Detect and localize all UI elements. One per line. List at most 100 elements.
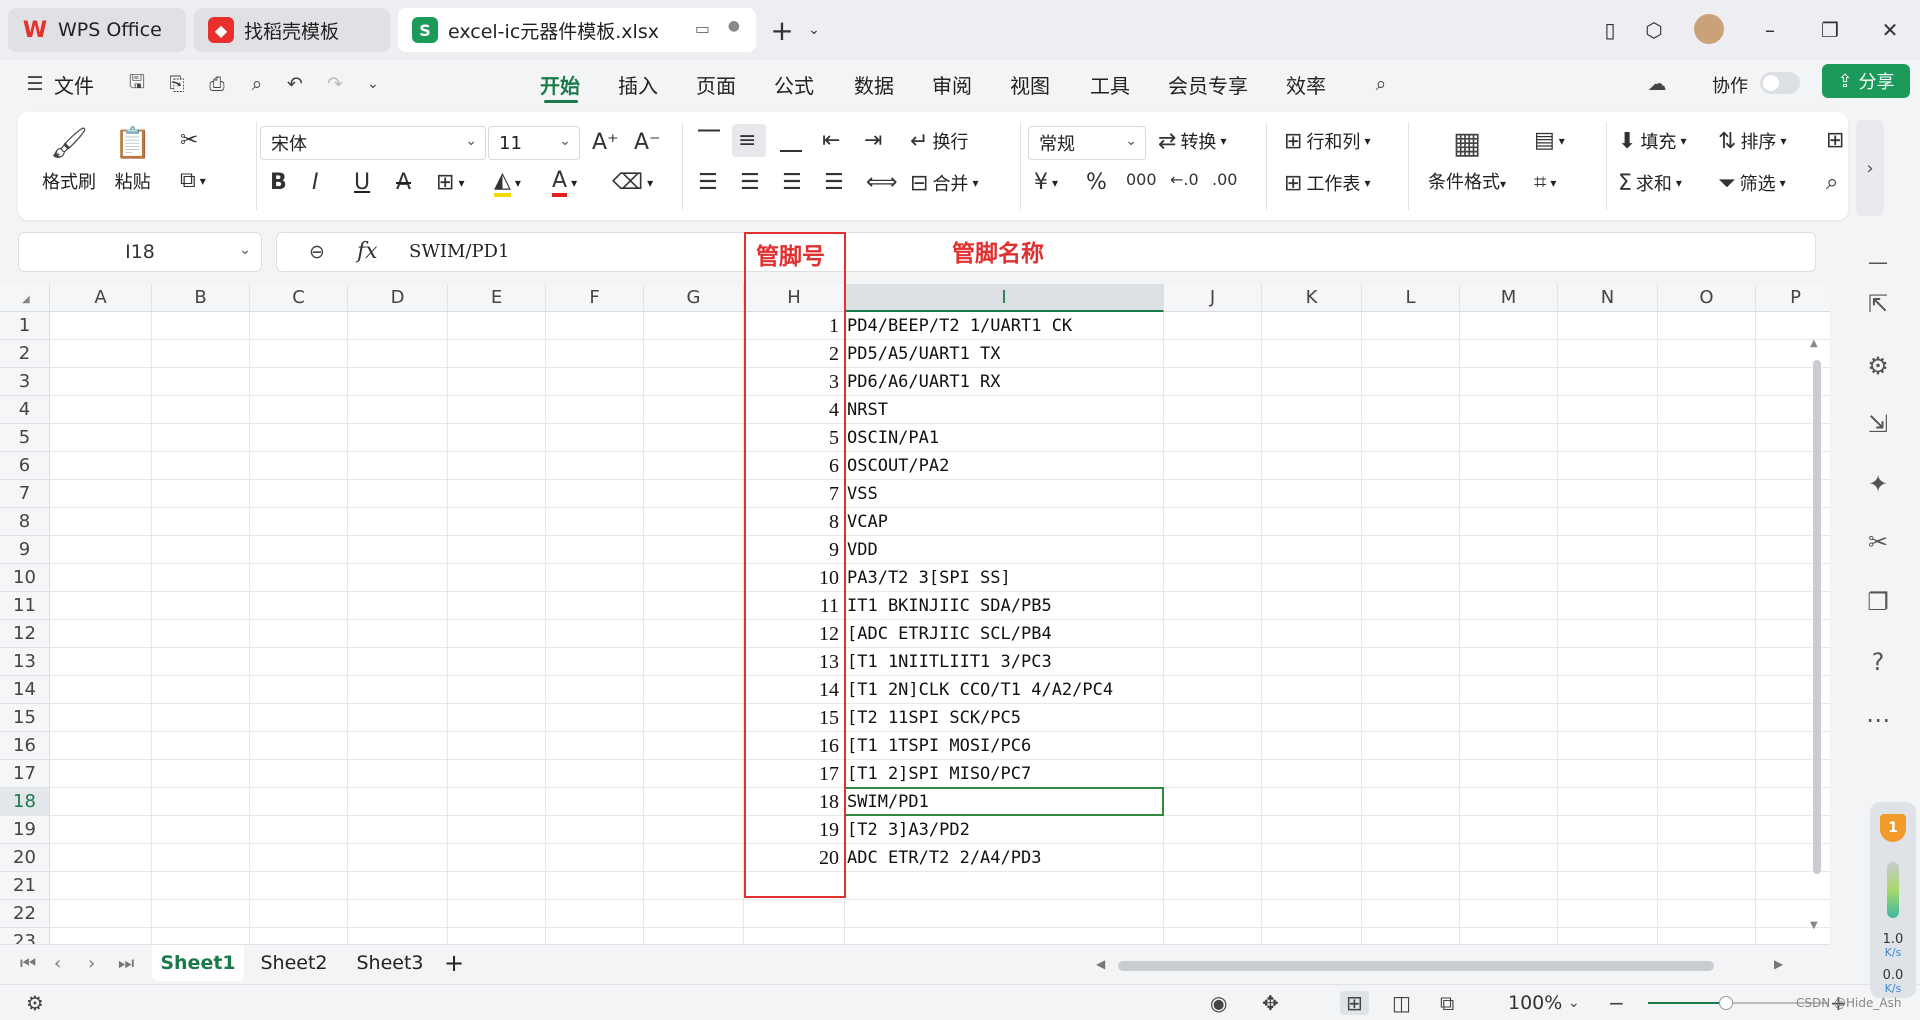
book-icon[interactable]: ❐ [1862,586,1894,618]
row-header-23[interactable]: 23 [0,928,50,944]
align-top-button[interactable]: ⎺ [698,128,724,153]
italic-button[interactable]: I [312,170,323,195]
menu-formula[interactable]: 公式 [774,70,814,99]
menu-view[interactable]: 视图 [1010,70,1050,99]
tab-docer[interactable]: ◆ 找稻壳模板 [194,8,390,52]
cell-i17[interactable]: [T1 2]SPI MISO/PC7 [847,764,1031,784]
zoom-slider-knob[interactable] [1719,996,1733,1010]
prev-sheet-icon[interactable]: ‹ [54,953,61,974]
search-icon[interactable]: ⌕ [1368,71,1394,97]
border-button[interactable]: ⊞ ▾ [436,170,464,195]
more-chevron-icon[interactable]: ⌄ [360,71,386,97]
name-box[interactable]: I18 ⌄ [18,232,262,272]
cell-i6[interactable]: OSCOUT/PA2 [847,456,949,476]
cell-pointer-icon[interactable]: ✥ [1262,991,1279,1015]
font-name-select[interactable]: 宋体 ⌄ [260,126,486,160]
unsaved-dot-icon[interactable]: ● [728,18,740,34]
collab-toggle[interactable] [1760,72,1800,94]
sheet-tab-3[interactable]: Sheet3 [344,945,436,981]
spreadsheet-grid[interactable]: ◢ A B C D E F G H I J K L M N O P 1 2 3 4 5 6 7 8 9 10 11 12 13 14 15 1… [0,284,1830,944]
column-header-e[interactable]: E [448,284,546,312]
new-tab-button[interactable]: + [768,14,796,47]
fx-icon[interactable]: fx [357,239,378,264]
row-header-8[interactable]: 8 [0,508,50,536]
worksheet-button[interactable]: ⊞ 工作表 ▾ [1284,170,1370,196]
column-header-k[interactable]: K [1262,284,1362,312]
cell-i15[interactable]: [T2 11SPI SCK/PC5 [847,708,1021,728]
align-middle-button[interactable]: ≡ [732,124,767,157]
convert-button[interactable]: ⇄ 转换 ▾ [1158,128,1226,154]
transfer-icon[interactable]: ⇲ [1862,408,1894,440]
cube-icon[interactable]: ⬡ [1640,16,1668,44]
save-icon[interactable]: 🖫 [124,71,150,97]
scroll-down-icon[interactable]: ▼ [1810,920,1818,931]
close-icon[interactable]: ✕ [1876,16,1904,44]
underline-button[interactable]: U [354,170,374,195]
print-icon[interactable]: ⎙ [204,71,230,97]
cell-style-button[interactable]: ▤ ▾ [1534,128,1565,153]
row-header-4[interactable]: 4 [0,396,50,424]
menu-member[interactable]: 会员专享 [1168,70,1248,99]
scroll-up-icon[interactable]: ▲ [1810,338,1818,349]
column-header-m[interactable]: M [1460,284,1558,312]
bold-button[interactable]: B [270,170,291,195]
column-header-b[interactable]: B [152,284,250,312]
cell-i4[interactable]: NRST [847,400,888,420]
align-right-button[interactable]: ☰ [782,170,806,195]
print-preview-icon[interactable]: ⌕ [244,71,270,97]
row-header-20[interactable]: 20 [0,844,50,872]
fill-button[interactable]: ⬇ 填充 ▾ [1618,128,1686,154]
decrease-indent-button[interactable]: ⇤ [822,128,844,153]
column-header-c[interactable]: C [250,284,348,312]
increase-font-button[interactable]: A⁺ [592,130,623,155]
cell-i8[interactable]: VCAP [847,512,888,532]
tab-list-chevron-icon[interactable]: ⌄ [800,16,828,44]
row-header-16[interactable]: 16 [0,732,50,760]
row-header-9[interactable]: 9 [0,536,50,564]
align-bottom-button[interactable]: ⎽ [780,128,806,153]
active-cell-outline[interactable] [844,787,1164,816]
properties-icon[interactable]: ⚙ [1862,350,1894,382]
cell-i16[interactable]: [T1 1TSPI MOSI/PC6 [847,736,1031,756]
hscroll-right-icon[interactable]: ▶ [1774,957,1783,971]
cell-i1[interactable]: PD4/BEEP/T2 1/UART1 CK [847,316,1072,336]
column-header-o[interactable]: O [1658,284,1756,312]
hamburger-icon[interactable]: ☰ [22,71,48,97]
row-header-17[interactable]: 17 [0,760,50,788]
tab-spreadsheet[interactable]: S excel-ic元器件模板.xlsx ▭ ● [398,8,756,52]
restore-icon[interactable]: ❐ [1816,16,1844,44]
row-header-1[interactable]: 1 [0,312,50,340]
row-header-18[interactable]: 18 [0,788,50,816]
cell-i3[interactable]: PD6/A6/UART1 RX [847,372,1001,392]
horizontal-scroll-thumb[interactable] [1118,961,1714,971]
cell-i12[interactable]: [ADC ETRJIIC SCL/PB4 [847,624,1052,644]
column-header-d[interactable]: D [348,284,448,312]
align-left-button[interactable]: ☰ [698,170,722,195]
share-button[interactable]: ⇪ 分享 [1822,64,1910,98]
scroll-thumb[interactable] [1813,360,1821,874]
zoom-icon[interactable]: ⊖ [309,241,325,263]
row-header-6[interactable]: 6 [0,452,50,480]
thousands-button[interactable]: 000 [1126,170,1161,189]
column-header-j[interactable]: J [1164,284,1262,312]
row-header-2[interactable]: 2 [0,340,50,368]
zoom-dropdown-icon[interactable]: ⌄ [1568,995,1580,1011]
row-header-3[interactable]: 3 [0,368,50,396]
menu-insert[interactable]: 插入 [618,70,658,99]
ai-icon[interactable]: ✦ [1862,468,1894,500]
merge-button[interactable]: ⊟ 合并 ▾ [910,170,978,196]
ribbon-scroll-right-icon[interactable]: › [1856,120,1884,216]
row-header-15[interactable]: 15 [0,704,50,732]
hscroll-left-icon[interactable]: ◀ [1096,957,1105,971]
freeze-button[interactable]: ⊞ [1826,128,1848,153]
menu-page[interactable]: 页面 [696,70,736,99]
cell-i20[interactable]: ADC ETR/T2 2/A4/PD3 [847,848,1041,868]
currency-button[interactable]: ¥ ▾ [1034,170,1058,195]
cell-i13[interactable]: [T1 1NIITLIIT1 3/PC3 [847,652,1052,672]
eye-protect-icon[interactable]: ◉ [1210,991,1227,1015]
help-icon[interactable]: ? [1862,646,1894,678]
font-size-select[interactable]: 11 ⌄ [488,126,580,160]
rows-cols-button[interactable]: ⊞ 行和列 ▾ [1284,128,1370,154]
percent-button[interactable]: % [1086,170,1111,195]
cut-button[interactable]: ✂ [180,128,202,153]
